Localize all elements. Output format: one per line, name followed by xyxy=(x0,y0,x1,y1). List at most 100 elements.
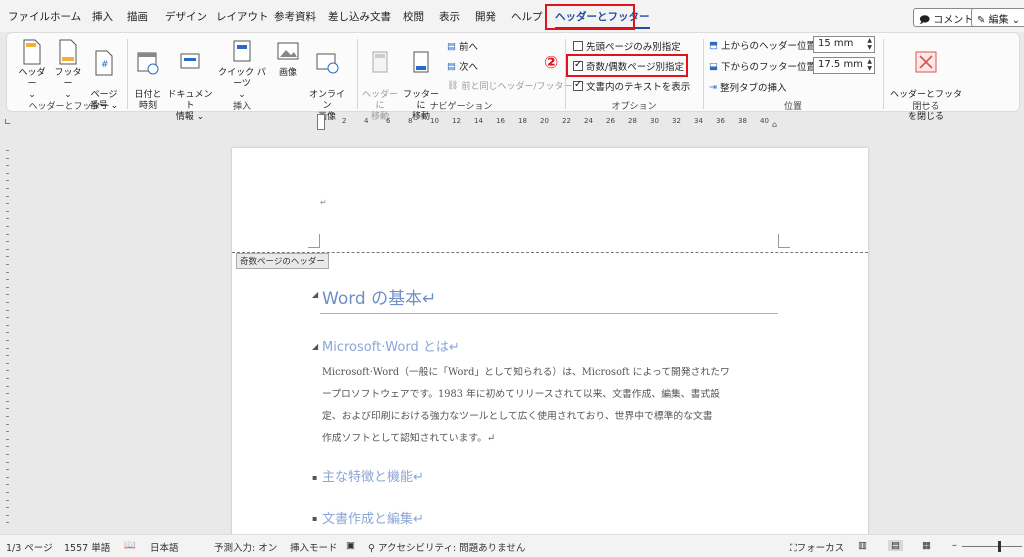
group-label-close: 閉じる xyxy=(912,102,940,112)
right-indent-marker[interactable]: ⌂ xyxy=(772,120,777,129)
ruler-tick xyxy=(6,484,9,486)
ruler-tick xyxy=(6,172,9,174)
focus-mode-button[interactable]: ⛶フォーカス xyxy=(790,540,844,554)
ruler-tick xyxy=(6,446,9,448)
online-picture-icon xyxy=(316,53,339,74)
ruler-label: 26 xyxy=(606,117,615,125)
heading-2[interactable]: 主な特徴と機能↵ xyxy=(322,466,424,485)
different-first-page-checkbox[interactable]: 先頭ページのみ別指定 xyxy=(573,39,681,53)
edit-mode-button[interactable]: ✎ 編集 ⌄ xyxy=(971,8,1024,27)
ruler-label: 16 xyxy=(496,117,505,125)
previous-button[interactable]: ▤ 前へ xyxy=(447,39,478,54)
ruler-tick xyxy=(6,332,9,334)
calendar-clock-icon xyxy=(137,52,159,75)
proofing-icon[interactable]: 📖 xyxy=(124,540,136,551)
read-mode-icon[interactable]: ▥ xyxy=(858,540,867,551)
link-to-previous-button[interactable]: ⛓ 前と同じヘッダー/フッター xyxy=(447,79,572,93)
page-count[interactable]: 1/3 ページ xyxy=(6,540,53,554)
footer-position-label: ⬓ 下からのフッター位置: xyxy=(709,60,820,74)
ruler-label: 8 xyxy=(408,117,413,125)
tab-selector[interactable]: ∟ xyxy=(4,118,12,128)
page-number-icon: # xyxy=(95,50,113,76)
macro-icon[interactable]: ▣ xyxy=(346,540,355,551)
group-separator xyxy=(703,39,704,109)
paragraph-anchor-icon: ◢ xyxy=(312,290,319,299)
language-indicator[interactable]: 日本語 xyxy=(150,540,179,554)
picture-button[interactable]: 画像 xyxy=(273,39,303,79)
accessibility-status[interactable]: ⚲ アクセシビリティ: 問題ありません xyxy=(368,540,525,554)
vertical-ruler[interactable] xyxy=(0,150,14,530)
text-prediction-status[interactable]: 予測入力: オン xyxy=(214,540,277,554)
ruler-tick xyxy=(6,340,9,341)
ruler-label: 40 xyxy=(760,117,769,125)
header-icon xyxy=(23,39,41,65)
insert-alignment-tab-button[interactable]: ⇥ 整列タブの挿入 xyxy=(709,80,786,95)
ruler-tick xyxy=(6,233,9,235)
tab-developer[interactable]: 開発 xyxy=(475,9,496,24)
ruler-tick xyxy=(6,423,9,425)
comment-button[interactable]: 🗩 コメント xyxy=(913,8,980,27)
ruler-tick xyxy=(6,317,9,319)
ruler-tick xyxy=(6,431,9,433)
heading-3[interactable]: 文書作成と編集↵ xyxy=(322,508,424,527)
tab-draw[interactable]: 描画 xyxy=(127,9,148,24)
accessibility-icon: ⚲ xyxy=(368,543,375,554)
ruler-tick xyxy=(6,241,9,243)
ribbon-tab-bar: ファイル ホーム 挿入 描画 デザイン レイアウト 参考資料 差し込み文書 校閲… xyxy=(0,0,1024,32)
tab-review[interactable]: 校閲 xyxy=(403,9,424,24)
ruler-tick xyxy=(6,514,9,516)
footer-position-input[interactable]: 17.5 mm ▲ ▼ xyxy=(813,57,875,74)
footer-button[interactable]: フッター ⌄ xyxy=(51,39,85,101)
next-button[interactable]: ▤ 次へ xyxy=(447,59,478,74)
tab-mailings[interactable]: 差し込み文書 xyxy=(328,9,391,24)
checkbox-unchecked xyxy=(573,41,583,51)
group-label-navigation: ナビゲーション xyxy=(429,102,493,112)
ruler-tick xyxy=(6,195,9,197)
insert-mode-status[interactable]: 挿入モード xyxy=(290,540,338,554)
heading-2[interactable]: Microsoft·Word とは↵ xyxy=(322,336,460,355)
ruler-label: 34 xyxy=(694,117,703,125)
previous-icon: ▤ xyxy=(447,40,456,52)
ruler-tick xyxy=(6,150,9,151)
horizontal-ruler[interactable]: ⌂ 2 4 6 8 10 12 14 16 18 20 22 24 26 28 30 32 34 36 38 40 xyxy=(232,114,868,130)
ruler-label: 12 xyxy=(452,117,461,125)
tab-insert[interactable]: 挿入 xyxy=(92,9,113,24)
web-layout-icon[interactable]: ▦ xyxy=(922,540,931,551)
ruler-tick xyxy=(6,324,9,326)
header-region-tag: 奇数ページのヘッダー xyxy=(236,253,329,269)
tab-design[interactable]: デザイン xyxy=(165,9,207,24)
zoom-slider-thumb[interactable] xyxy=(998,541,1001,552)
goto-header-icon xyxy=(372,51,388,73)
ruler-tick xyxy=(6,218,9,220)
word-count[interactable]: 1557 単語 xyxy=(64,540,110,554)
heading-1[interactable]: Word の基本↵ xyxy=(322,284,436,309)
header-position-input[interactable]: 15 mm ▲ ▼ xyxy=(813,36,875,53)
ruler-tick xyxy=(6,385,9,387)
group-separator xyxy=(357,39,358,109)
tab-home[interactable]: ホーム xyxy=(50,9,81,24)
quick-parts-button[interactable]: クイック パーツ ⌄ xyxy=(215,39,269,101)
ruler-tick xyxy=(6,476,9,478)
print-layout-icon[interactable]: ▤ xyxy=(888,540,903,551)
ruler-tick xyxy=(6,416,9,417)
next-icon: ▤ xyxy=(447,60,456,72)
tab-layout[interactable]: レイアウト xyxy=(216,9,269,24)
show-document-text-checkbox[interactable]: 文書内のテキストを表示 xyxy=(573,79,690,93)
ruler-label: 38 xyxy=(738,117,747,125)
tab-references[interactable]: 参考資料 xyxy=(274,9,316,24)
heading-underline xyxy=(320,313,778,314)
zoom-slider[interactable] xyxy=(962,546,1022,547)
document-page[interactable]: ↵ 奇数ページのヘッダー ◢ Word の基本↵ ◢ Microsoft·Wor… xyxy=(232,148,868,538)
body-paragraph[interactable]: Microsoft·Word（一般に「Word」として知られる）は、Micros… xyxy=(322,362,782,450)
tab-file[interactable]: ファイル xyxy=(8,9,50,24)
close-icon xyxy=(915,51,937,73)
ruler-tick xyxy=(6,492,9,493)
zoom-out-icon[interactable]: – xyxy=(952,540,957,551)
ruler-tick xyxy=(6,180,9,182)
ruler-tick xyxy=(6,165,9,167)
tab-view[interactable]: 表示 xyxy=(439,9,460,24)
tab-help[interactable]: ヘルプ xyxy=(511,9,543,24)
header-position-icon: ⬒ xyxy=(709,39,718,51)
indent-marker[interactable] xyxy=(317,114,325,130)
header-button[interactable]: ヘッダー ⌄ xyxy=(15,39,49,101)
